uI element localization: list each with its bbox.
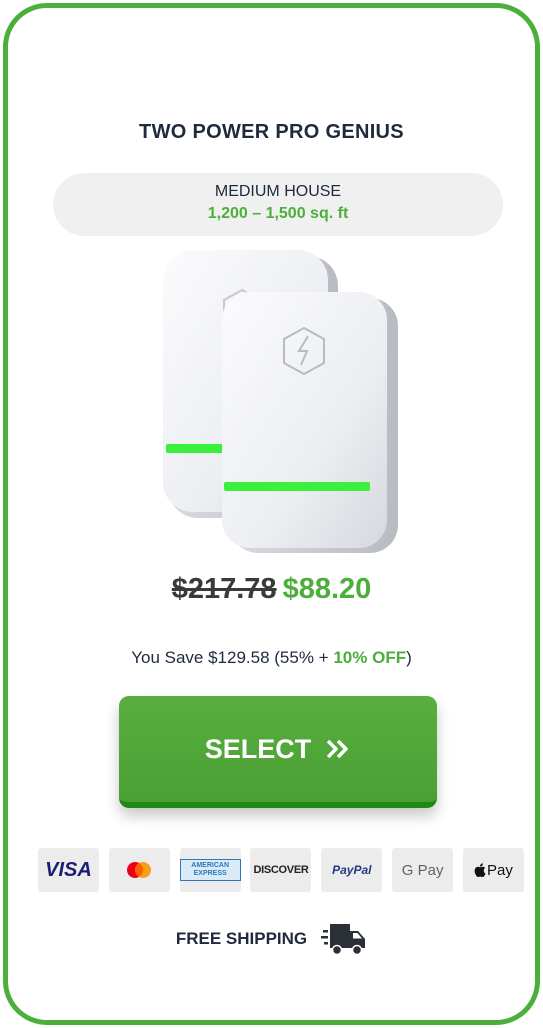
old-price: $217.78 [171,573,277,605]
visa-icon: VISA [38,848,99,892]
discover-icon: DISCOVER [250,848,312,892]
mastercard-icon [108,848,170,892]
savings-prefix: You Save $129.58 (55% + [131,648,334,667]
product-card: TWO POWER PRO GENIUS MEDIUM HOUSE 1,200 … [3,3,540,1025]
power-device-pair-icon [163,250,398,553]
product-image [158,248,403,558]
select-button[interactable]: SELECT [119,696,437,808]
delivery-truck-icon [321,924,366,956]
double-chevron-right-icon [325,738,351,760]
payment-methods: VISA AMERICAN EXPRESS DISCOVER PayPal G … [38,848,524,892]
free-shipping-label: FREE SHIPPING [175,929,308,948]
free-shipping: FREE SHIPPING [8,922,535,956]
product-title: TWO POWER PRO GENIUS [139,121,404,143]
savings-suffix: ) [406,648,412,667]
apple-pay-icon: Pay [462,848,524,892]
savings-text: You Save $129.58 (55% + 10% OFF) [8,648,535,668]
price-row: $217.78 $88.20 [8,573,535,606]
select-button-label: SELECT [204,733,312,764]
google-pay-icon: G Pay [392,848,454,892]
new-price: $88.20 [282,573,372,605]
paypal-icon: PayPal [321,848,383,892]
amex-icon: AMERICAN EXPRESS [179,848,241,892]
house-size-name: MEDIUM HOUSE [214,183,342,200]
house-size-pill: MEDIUM HOUSE 1,200 – 1,500 sq. ft [53,173,503,236]
savings-discount: 10% OFF [333,648,407,667]
house-size-range: 1,200 – 1,500 sq. ft [207,205,349,222]
